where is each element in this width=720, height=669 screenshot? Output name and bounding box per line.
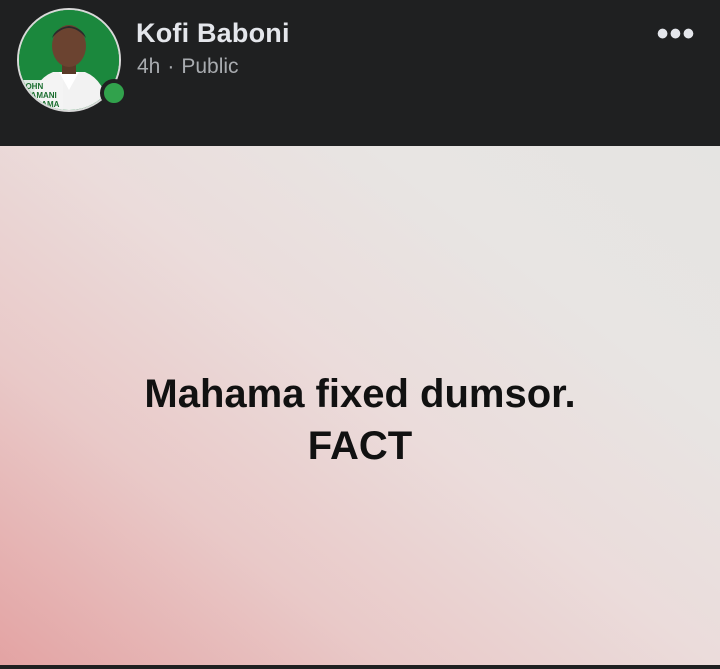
post-content: Mahama fixed dumsor. FACT xyxy=(0,146,720,665)
bottom-divider xyxy=(0,665,720,669)
post-text-line-2: FACT xyxy=(307,423,413,468)
online-status-icon xyxy=(100,79,128,107)
post-time[interactable]: 4h xyxy=(137,55,160,78)
avatar-caption-line-2: DRAMANI xyxy=(19,91,57,100)
meta-separator: · xyxy=(167,55,175,78)
post-audience: Public xyxy=(181,55,239,78)
post-text: Mahama fixed dumsor. FACT xyxy=(144,368,575,472)
profile-avatar[interactable]: JOHN DRAMANI MAHAMA xyxy=(17,8,128,116)
post-header: JOHN DRAMANI MAHAMA Kofi Baboni 4h · Publi… xyxy=(0,0,720,146)
avatar-caption-line-1: JOHN xyxy=(21,82,43,91)
more-horizontal-icon: ••• xyxy=(656,15,696,53)
more-options-button[interactable]: ••• xyxy=(656,17,696,56)
avatar-caption-line-3: MAHAMA xyxy=(23,100,60,109)
post-text-line-1: Mahama fixed dumsor. xyxy=(144,371,576,416)
author-name[interactable]: Kofi Baboni xyxy=(136,18,290,49)
post-meta: 4h · Public xyxy=(137,55,239,79)
